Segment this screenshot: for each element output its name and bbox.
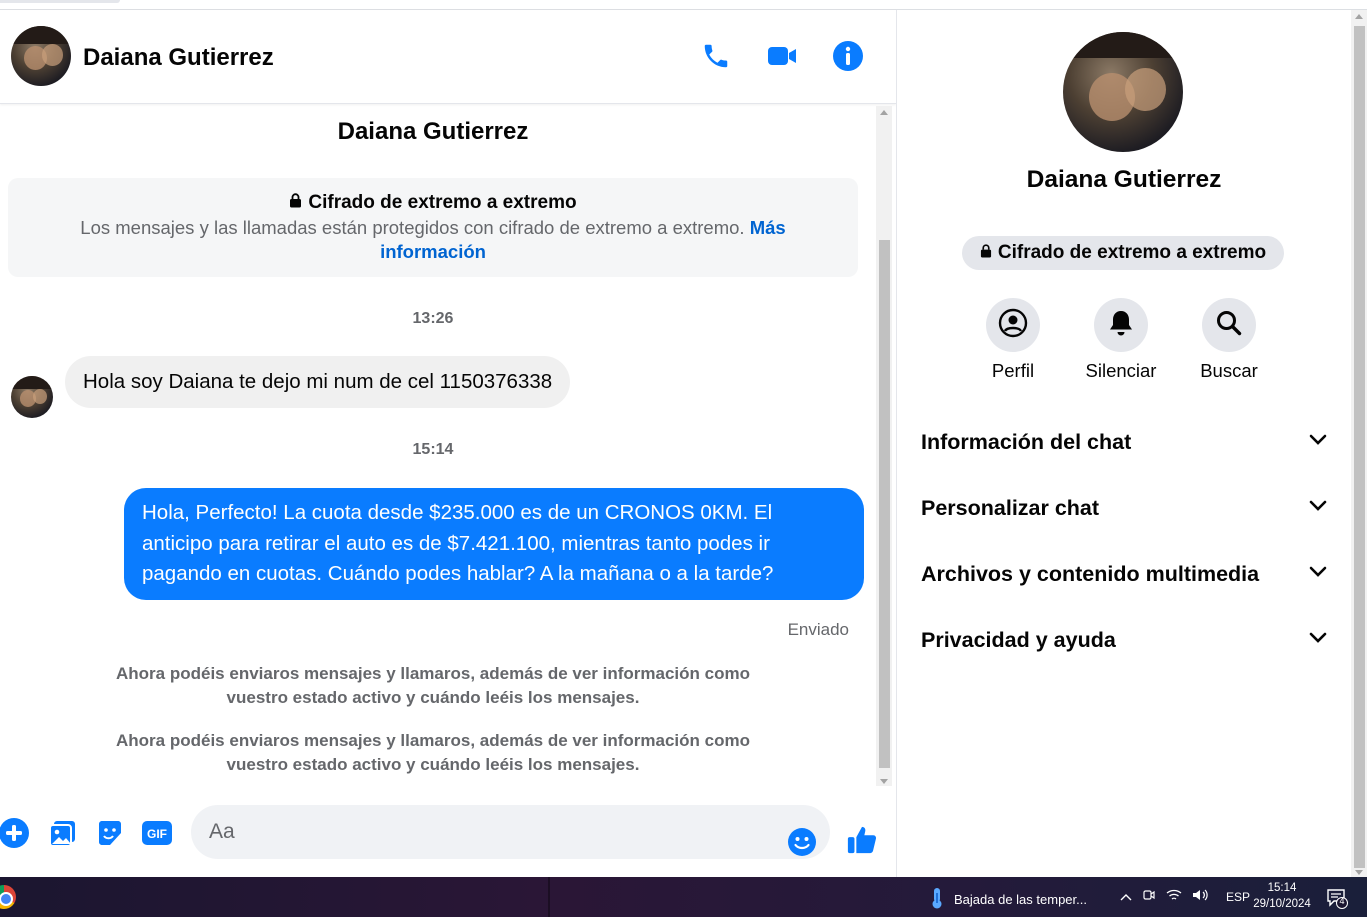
contact-avatar[interactable] [11,26,71,86]
taskbar-separator [548,877,550,917]
weather-widget[interactable]: Bajada de las temper... [930,887,1087,912]
chevron-up-icon[interactable] [1120,890,1132,904]
info-icon[interactable] [828,36,868,76]
timestamp: 15:14 [412,441,454,458]
system-note: Ahora podéis enviaros mensajes y llamaro… [116,664,750,707]
system-tray: ESP [1120,888,1250,905]
composer: GIF [0,790,896,877]
chrome-icon[interactable] [0,885,16,909]
phone-icon[interactable] [696,36,736,76]
weather-text: Bajada de las temper... [954,892,1087,907]
lock-icon [980,242,992,264]
search-label: Buscar [1200,360,1258,381]
encryption-notice: Cifrado de extremo a extremo Los mensaje… [8,178,858,277]
browser-top-strip [0,0,1367,10]
bell-icon [1108,309,1134,342]
timestamp: 13:26 [412,310,454,327]
chat-window: Daiana Gutierrez Daiana Gutierrez Cifrad… [0,10,896,877]
clock-date: 29/10/2024 [1253,898,1311,910]
photo-icon[interactable] [47,817,79,849]
outgoing-message[interactable]: Hola, Perfecto! La cuota desde $235.000 … [124,488,864,600]
mute-action[interactable]: Silenciar [1076,298,1166,382]
section-label: Privacidad y ayuda [921,627,1116,652]
clock[interactable]: 15:14 29/10/2024 [1246,880,1318,912]
profile-icon [998,308,1028,343]
search-action[interactable]: Buscar [1184,298,1274,382]
meet-icon[interactable] [1142,888,1156,905]
plus-icon[interactable] [0,817,30,849]
thermometer-icon [930,887,944,912]
video-call-icon[interactable] [762,36,802,76]
message-input[interactable] [191,805,830,859]
section-label: Información del chat [921,429,1132,454]
encryption-pill[interactable]: Cifrado de extremo a extremo [962,236,1284,270]
encryption-heading: Cifrado de extremo a extremo [308,192,577,213]
section-media-files[interactable]: Archivos y contenido multimedia [907,546,1341,602]
profile-action[interactable]: Perfil [968,298,1058,382]
chat-scrollbar[interactable] [876,106,892,786]
encryption-body: Los mensajes y las llamadas están proteg… [80,217,745,238]
gif-icon[interactable]: GIF [141,817,173,849]
clock-time: 15:14 [1267,882,1297,894]
section-label: Archivos y contenido multimedia [921,561,1260,586]
system-note: Ahora podéis enviaros mensajes y llamaro… [116,731,750,774]
taskbar: Bajada de las temper... ESP 15:14 29/10/… [0,877,1367,917]
section-chat-info[interactable]: Información del chat [907,414,1341,470]
section-customize-chat[interactable]: Personalizar chat [907,480,1341,536]
mute-label: Silenciar [1085,360,1157,381]
chat-info-panel: Daiana Gutierrez Cifrado de extremo a ex… [897,10,1351,877]
panel-contact-name: Daiana Gutierrez [1026,166,1222,193]
tab-edge [0,0,120,3]
chevron-down-icon [1309,631,1327,649]
sender-avatar[interactable] [11,376,53,418]
profile-label: Perfil [991,360,1035,381]
message-status: Enviado [787,620,849,639]
message-list[interactable]: Daiana Gutierrez Cifrado de extremo a ex… [0,104,896,790]
chevron-down-icon [1309,499,1327,517]
search-icon [1215,309,1243,342]
wifi-icon[interactable] [1166,888,1182,905]
volume-icon[interactable] [1192,888,1208,905]
chevron-down-icon [1309,565,1327,583]
like-icon[interactable] [846,824,878,856]
encryption-pill-label: Cifrado de extremo a extremo [997,242,1267,263]
chevron-down-icon [1309,433,1327,451]
notification-count: 4 [1339,896,1345,906]
notification-icon[interactable]: 4 [1326,887,1348,909]
section-privacy-help[interactable]: Privacidad y ayuda [907,612,1341,668]
incoming-message[interactable]: Hola soy Daiana te dejo mi num de cel 11… [65,356,571,408]
conversation-title: Daiana Gutierrez [337,118,529,145]
svg-text:GIF: GIF [147,827,167,841]
contact-name[interactable]: Daiana Gutierrez [83,44,274,72]
page-scrollbar[interactable] [1351,10,1367,877]
lock-icon [289,192,302,214]
sticker-icon[interactable] [94,817,126,849]
chat-header: Daiana Gutierrez [0,10,896,104]
section-label: Personalizar chat [921,495,1100,520]
emoji-icon[interactable] [786,826,818,858]
profile-photo[interactable] [1063,32,1183,152]
